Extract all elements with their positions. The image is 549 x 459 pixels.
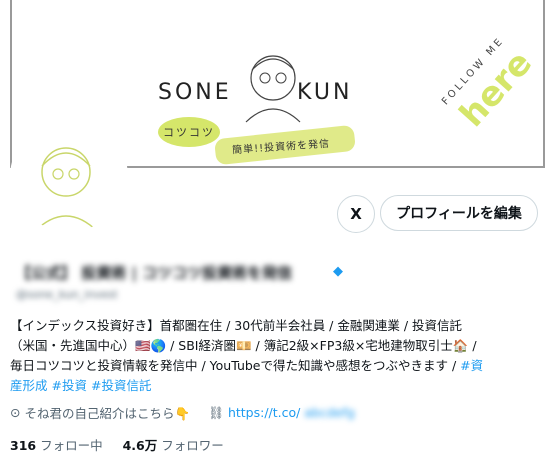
followers-count: 4.6万 — [122, 438, 158, 453]
following-label: フォロー中 — [40, 438, 103, 453]
link-icon: ⛓ — [208, 404, 224, 420]
bio-line-2: （米国・先進国中心）🇺🇸🌎 / SBI経済圏💴 / 簿記2級×FP3級×宅地建物… — [10, 338, 477, 353]
hashtag-invest[interactable]: #投資 — [52, 378, 87, 393]
hashtag-asset-cont[interactable]: 産形成 — [10, 378, 48, 393]
bio: 【インデックス投資好き】首都圏在住 / 30代前半会社員 / 金融関連業 / 投… — [10, 316, 540, 396]
handle: @sone_kun_invest — [16, 288, 118, 301]
follow-counts: 316 フォロー中 4.6万 フォロワー — [10, 435, 224, 454]
bio-line-3: 毎日コツコツと投資情報を発信中 / YouTubeで得た知識や感想をつぶやきます… — [10, 356, 540, 376]
grok-icon: X — [350, 205, 362, 223]
display-name: 【公式】 投資術 | コツコツ投資術を発信 — [16, 264, 293, 282]
following-link[interactable]: 316 フォロー中 — [10, 438, 107, 453]
banner-pill: コツコツ — [158, 117, 220, 147]
following-count: 316 — [10, 438, 37, 453]
edit-profile-button[interactable]: プロフィールを編集 — [380, 195, 538, 231]
grok-button[interactable]: X — [337, 195, 375, 233]
bio-line-3-text: 毎日コツコツと投資情報を発信中 / YouTubeで得た知識や感想をつぶやきます… — [10, 358, 457, 373]
location-icon: ⊙ — [10, 405, 21, 420]
avatar[interactable] — [10, 118, 128, 236]
bio-line-4: 産形成 #投資 #投資信託 — [10, 376, 540, 396]
followers-label: フォロワー — [161, 438, 224, 453]
avatar-character-illustration — [33, 147, 99, 232]
hashtag-asset[interactable]: #資 — [460, 358, 483, 373]
banner-brand-left: SONE — [158, 80, 232, 105]
banner-brand-right: KUN — [297, 80, 353, 105]
followers-link[interactable]: 4.6万 フォロワー — [123, 438, 224, 453]
hashtag-fund[interactable]: #投資信託 — [91, 378, 151, 393]
profile-link-rest[interactable]: abcdefg — [304, 405, 354, 420]
verified-icon: ◆ — [333, 264, 343, 279]
profile-link[interactable]: https://t.co/ — [228, 405, 300, 420]
bio-line-1: 【インデックス投資好き】首都圏在住 / 30代前半会社員 / 金融関連業 / 投… — [10, 318, 463, 333]
profile-meta: ⊙ そね君の自己紹介はこちら👇 ⛓ https://t.co/ abcdefg — [10, 403, 355, 422]
location-text: そね君の自己紹介はこちら👇 — [24, 406, 191, 421]
